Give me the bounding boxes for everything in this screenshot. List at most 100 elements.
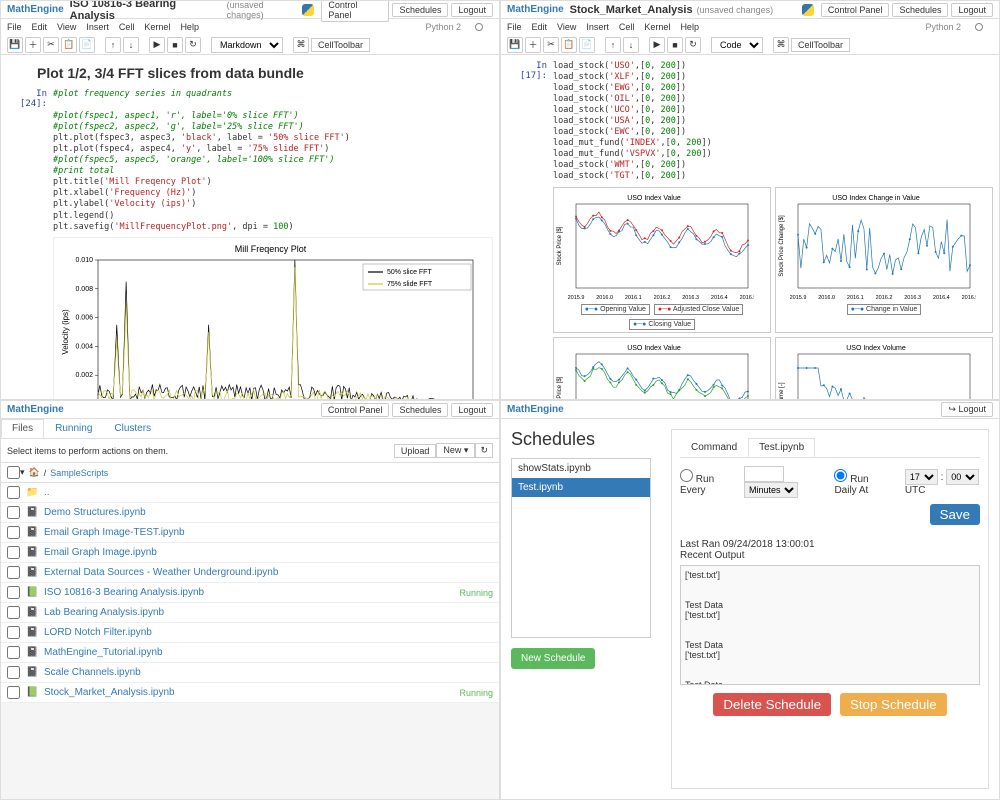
- nb2-title[interactable]: Stock_Market_Analysis: [570, 4, 693, 16]
- run-every-value[interactable]: [744, 466, 784, 482]
- schedules-button[interactable]: Schedules: [892, 3, 948, 17]
- cell-toolbar-button[interactable]: CellToolbar: [791, 38, 850, 52]
- file-checkbox[interactable]: [7, 546, 20, 559]
- brand[interactable]: MathEngine: [507, 404, 564, 415]
- tab-clusters[interactable]: Clusters: [103, 419, 162, 438]
- file-checkbox[interactable]: [7, 586, 20, 599]
- new-schedule-button[interactable]: New Schedule: [511, 648, 595, 669]
- file-name[interactable]: Scale Channels.ipynb: [44, 667, 493, 678]
- file-checkbox[interactable]: [7, 666, 20, 679]
- move-up-icon[interactable]: ↑: [605, 37, 621, 53]
- file-checkbox[interactable]: [7, 506, 20, 519]
- code-cell-17[interactable]: load_stock('USO',[0, 200]) load_stock('X…: [553, 61, 993, 183]
- logout-button[interactable]: ↪ Logout: [941, 402, 993, 417]
- menu-file[interactable]: File: [7, 22, 22, 32]
- file-checkbox[interactable]: [7, 526, 20, 539]
- logout-button[interactable]: Logout: [951, 3, 993, 17]
- sched-tab-command[interactable]: Command: [680, 438, 748, 457]
- sched-ttab-test[interactable]: Test.ipynb: [748, 438, 815, 457]
- file-name[interactable]: Email Graph Image.ipynb: [44, 547, 493, 558]
- control-panel-button[interactable]: Control Panel: [321, 0, 389, 22]
- cut-icon[interactable]: ✂: [543, 37, 559, 53]
- add-cell-icon[interactable]: ＋: [25, 37, 41, 53]
- run-icon[interactable]: ▶: [149, 37, 165, 53]
- schedule-item[interactable]: showStats.ipynb: [512, 459, 650, 478]
- menu-help[interactable]: Help: [680, 22, 699, 32]
- file-name[interactable]: MathEngine_Tutorial.ipynb: [44, 647, 493, 658]
- cell-toolbar-button[interactable]: CellToolbar: [311, 38, 370, 52]
- logout-button[interactable]: Logout: [451, 3, 493, 17]
- interrupt-icon[interactable]: ■: [667, 37, 683, 53]
- delete-schedule-button[interactable]: Delete Schedule: [713, 693, 831, 716]
- file-name[interactable]: ..: [44, 487, 493, 498]
- home-icon[interactable]: 🏠: [29, 467, 40, 478]
- cut-icon[interactable]: ✂: [43, 37, 59, 53]
- brand[interactable]: MathEngine: [7, 4, 64, 15]
- file-checkbox[interactable]: [7, 566, 20, 579]
- refresh-icon[interactable]: ↻: [475, 443, 493, 458]
- file-name[interactable]: Lab Bearing Analysis.ipynb: [44, 607, 493, 618]
- file-name[interactable]: ISO 10816-3 Bearing Analysis.ipynb: [44, 587, 459, 598]
- menu-insert[interactable]: Insert: [86, 22, 109, 32]
- output-box[interactable]: ['test.txt'] Test Data ['test.txt'] Test…: [680, 565, 980, 685]
- command-palette-icon[interactable]: ⌘: [293, 37, 309, 53]
- menu-cell[interactable]: Cell: [119, 22, 135, 32]
- menu-kernel[interactable]: Kernel: [144, 22, 170, 32]
- file-checkbox[interactable]: [7, 486, 20, 499]
- menu-file[interactable]: File: [507, 22, 522, 32]
- add-cell-icon[interactable]: ＋: [525, 37, 541, 53]
- brand[interactable]: MathEngine: [507, 4, 564, 15]
- file-checkbox[interactable]: [7, 686, 20, 699]
- control-panel-button[interactable]: Control Panel: [321, 403, 390, 417]
- move-up-icon[interactable]: ↑: [105, 37, 121, 53]
- command-palette-icon[interactable]: ⌘: [773, 37, 789, 53]
- upload-button[interactable]: Upload: [394, 444, 437, 458]
- tab-files[interactable]: Files: [1, 419, 44, 438]
- menu-edit[interactable]: Edit: [32, 22, 48, 32]
- file-checkbox[interactable]: [7, 606, 20, 619]
- paste-icon[interactable]: 📄: [79, 37, 95, 53]
- brand[interactable]: MathEngine: [7, 404, 64, 415]
- move-down-icon[interactable]: ↓: [123, 37, 139, 53]
- move-down-icon[interactable]: ↓: [623, 37, 639, 53]
- file-name[interactable]: Email Graph Image-TEST.ipynb: [44, 527, 493, 538]
- control-panel-button[interactable]: Control Panel: [821, 3, 890, 17]
- copy-icon[interactable]: 📋: [561, 37, 577, 53]
- file-name[interactable]: External Data Sources - Weather Undergro…: [44, 567, 493, 578]
- logout-button[interactable]: Logout: [451, 403, 493, 417]
- file-name[interactable]: LORD Notch Filter.ipynb: [44, 627, 493, 638]
- restart-icon[interactable]: ↻: [685, 37, 701, 53]
- file-name[interactable]: Demo Structures.ipynb: [44, 507, 493, 518]
- menu-edit[interactable]: Edit: [532, 22, 548, 32]
- menu-insert[interactable]: Insert: [586, 22, 609, 32]
- cell-type-select[interactable]: Code: [711, 37, 763, 53]
- nb1-title[interactable]: ISO 10816-3 Bearing Analysis: [70, 0, 223, 22]
- menu-help[interactable]: Help: [180, 22, 199, 32]
- run-daily-radio[interactable]: Run Daily At: [834, 469, 888, 496]
- breadcrumb-folder[interactable]: SampleScripts: [50, 468, 108, 478]
- minute-select[interactable]: 00: [946, 469, 979, 485]
- copy-icon[interactable]: 📋: [61, 37, 77, 53]
- code-cell-24[interactable]: #plot frequency series in quadrants #plo…: [53, 89, 493, 233]
- tab-running[interactable]: Running: [44, 419, 103, 438]
- interrupt-icon[interactable]: ■: [167, 37, 183, 53]
- run-icon[interactable]: ▶: [649, 37, 665, 53]
- menu-view[interactable]: View: [557, 22, 576, 32]
- schedules-button[interactable]: Schedules: [392, 3, 448, 17]
- new-button[interactable]: New ▾: [436, 443, 475, 458]
- menu-cell[interactable]: Cell: [619, 22, 635, 32]
- file-checkbox[interactable]: [7, 626, 20, 639]
- cell-type-select[interactable]: Markdown: [211, 37, 283, 53]
- save-icon[interactable]: 💾: [7, 37, 23, 53]
- menu-kernel[interactable]: Kernel: [644, 22, 670, 32]
- hour-select[interactable]: 17: [905, 469, 938, 485]
- schedule-item[interactable]: Test.ipynb: [512, 478, 650, 497]
- save-icon[interactable]: 💾: [507, 37, 523, 53]
- schedules-button[interactable]: Schedules: [392, 403, 448, 417]
- select-all-checkbox[interactable]: [7, 466, 20, 479]
- save-button[interactable]: Save: [930, 504, 980, 525]
- run-every-unit[interactable]: Minutes: [744, 482, 798, 498]
- file-checkbox[interactable]: [7, 646, 20, 659]
- restart-icon[interactable]: ↻: [185, 37, 201, 53]
- file-name[interactable]: Stock_Market_Analysis.ipynb: [44, 687, 459, 698]
